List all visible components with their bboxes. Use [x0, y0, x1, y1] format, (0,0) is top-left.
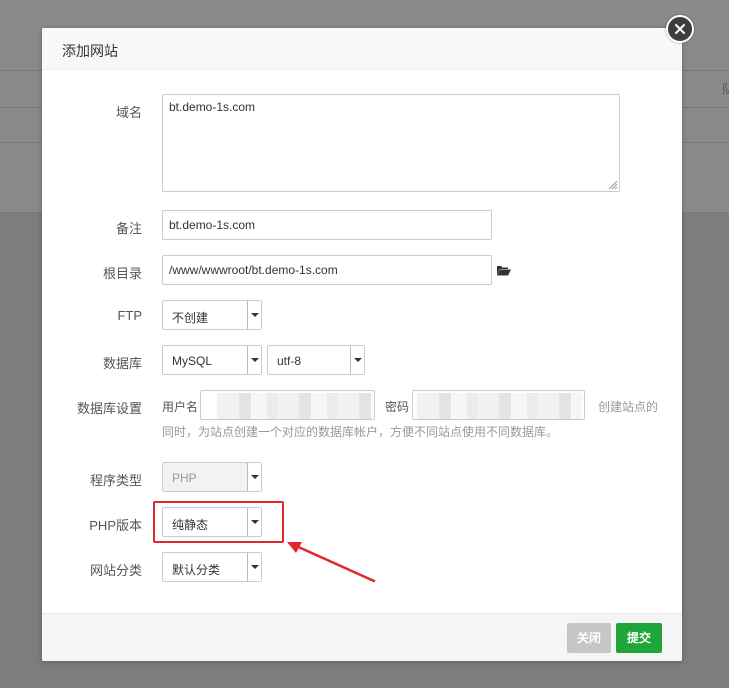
program-type-selected-value: PHP [172, 471, 197, 485]
domain-textarea[interactable]: bt.demo-1s.com [162, 94, 620, 192]
database-select[interactable]: MySQL [162, 345, 262, 375]
folder-open-icon[interactable] [496, 264, 511, 276]
masked-value [217, 393, 372, 419]
resize-grip-icon[interactable] [606, 178, 618, 190]
db-password-input[interactable] [412, 390, 585, 420]
chevron-down-icon [247, 553, 261, 581]
chevron-down-icon [247, 463, 261, 491]
domain-label: 域名 [115, 105, 142, 120]
db-hint-line1: 创建站点的 [598, 400, 659, 414]
db-user-input[interactable] [200, 390, 375, 420]
site-category-label: 网站分类 [89, 563, 142, 578]
root-input[interactable]: /www/wwwroot/bt.demo-1s.com [162, 255, 492, 285]
remark-input[interactable]: bt.demo-1s.com [162, 210, 492, 240]
ftp-selected-value: 不创建 [172, 311, 209, 325]
db-settings-label: 数据库设置 [76, 401, 142, 416]
dialog-header: 添加网站 [42, 28, 682, 70]
masked-value [417, 393, 582, 419]
site-category-selected-value: 默认分类 [172, 563, 221, 577]
chevron-down-icon [247, 301, 261, 329]
dialog-footer: 关闭 提交 [42, 613, 682, 661]
charset-selected-value: utf-8 [277, 354, 302, 368]
chevron-down-icon [247, 346, 261, 374]
site-category-select[interactable]: 默认分类 [162, 552, 262, 582]
highlight-annotation [153, 501, 284, 543]
dialog-title: 添加网站 [62, 43, 118, 59]
program-type-label: 程序类型 [89, 473, 142, 488]
php-version-label: PHP版本 [89, 518, 142, 533]
chevron-down-icon [350, 346, 364, 374]
close-button[interactable]: 关闭 [567, 623, 611, 653]
submit-button[interactable]: 提交 [616, 623, 662, 653]
background-text: 队 [722, 82, 729, 96]
db-hint-line2: 同时，为站点创建一个对应的数据库帐户，方便不同站点使用不同数据库。 [162, 425, 559, 439]
db-user-label: 用户名 [162, 400, 199, 414]
remark-label: 备注 [115, 221, 142, 236]
ftp-select[interactable]: 不创建 [162, 300, 262, 330]
program-type-select: PHP [162, 462, 262, 492]
charset-select[interactable]: utf-8 [267, 345, 365, 375]
root-label: 根目录 [102, 266, 142, 281]
arrow-annotation-icon [287, 542, 376, 583]
ftp-label: FTP [117, 308, 142, 323]
database-label: 数据库 [102, 356, 142, 371]
database-selected-value: MySQL [172, 354, 213, 368]
db-password-label: 密码 [385, 400, 410, 414]
close-icon[interactable] [666, 15, 694, 43]
